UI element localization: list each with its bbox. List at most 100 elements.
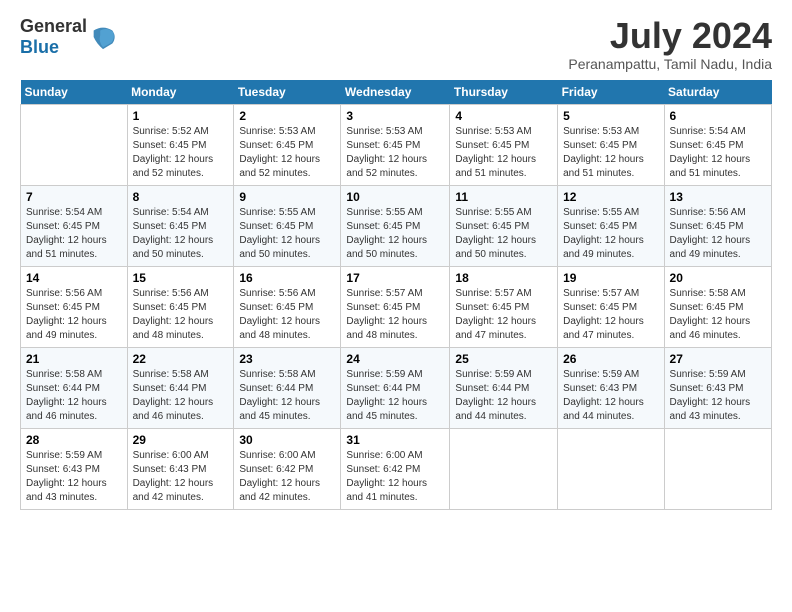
day-cell: 31 Sunrise: 6:00 AMSunset: 6:42 PMDaylig… bbox=[341, 428, 450, 509]
day-cell: 17 Sunrise: 5:57 AMSunset: 6:45 PMDaylig… bbox=[341, 266, 450, 347]
day-info: Sunrise: 5:55 AMSunset: 6:45 PMDaylight:… bbox=[239, 207, 320, 260]
day-number: 15 bbox=[133, 271, 229, 285]
day-info: Sunrise: 5:54 AMSunset: 6:45 PMDaylight:… bbox=[670, 126, 751, 179]
col-tuesday: Tuesday bbox=[234, 80, 341, 105]
day-number: 7 bbox=[26, 190, 122, 204]
day-number: 27 bbox=[670, 352, 766, 366]
day-number: 22 bbox=[133, 352, 229, 366]
day-cell: 22 Sunrise: 5:58 AMSunset: 6:44 PMDaylig… bbox=[127, 347, 234, 428]
title-block: July 2024 Peranampattu, Tamil Nadu, Indi… bbox=[568, 16, 772, 72]
day-number: 23 bbox=[239, 352, 335, 366]
header: General Blue July 2024 Peranampattu, Tam… bbox=[20, 16, 772, 72]
day-cell: 2 Sunrise: 5:53 AMSunset: 6:45 PMDayligh… bbox=[234, 104, 341, 185]
week-row-2: 14 Sunrise: 5:56 AMSunset: 6:45 PMDaylig… bbox=[21, 266, 772, 347]
day-number: 4 bbox=[455, 109, 552, 123]
calendar-table: Sunday Monday Tuesday Wednesday Thursday… bbox=[20, 80, 772, 510]
day-cell: 15 Sunrise: 5:56 AMSunset: 6:45 PMDaylig… bbox=[127, 266, 234, 347]
day-cell: 14 Sunrise: 5:56 AMSunset: 6:45 PMDaylig… bbox=[21, 266, 128, 347]
day-number: 8 bbox=[133, 190, 229, 204]
col-thursday: Thursday bbox=[450, 80, 558, 105]
day-info: Sunrise: 5:55 AMSunset: 6:45 PMDaylight:… bbox=[346, 207, 427, 260]
col-sunday: Sunday bbox=[21, 80, 128, 105]
day-info: Sunrise: 5:59 AMSunset: 6:43 PMDaylight:… bbox=[670, 369, 751, 422]
month-title: July 2024 bbox=[568, 16, 772, 56]
day-cell: 26 Sunrise: 5:59 AMSunset: 6:43 PMDaylig… bbox=[558, 347, 664, 428]
logo-blue: Blue bbox=[20, 37, 59, 57]
day-info: Sunrise: 5:53 AMSunset: 6:45 PMDaylight:… bbox=[239, 126, 320, 179]
day-cell: 16 Sunrise: 5:56 AMSunset: 6:45 PMDaylig… bbox=[234, 266, 341, 347]
col-wednesday: Wednesday bbox=[341, 80, 450, 105]
day-info: Sunrise: 5:54 AMSunset: 6:45 PMDaylight:… bbox=[26, 207, 107, 260]
day-cell: 1 Sunrise: 5:52 AMSunset: 6:45 PMDayligh… bbox=[127, 104, 234, 185]
day-number: 17 bbox=[346, 271, 444, 285]
day-number: 28 bbox=[26, 433, 122, 447]
day-info: Sunrise: 5:56 AMSunset: 6:45 PMDaylight:… bbox=[670, 207, 751, 260]
week-row-3: 21 Sunrise: 5:58 AMSunset: 6:44 PMDaylig… bbox=[21, 347, 772, 428]
day-info: Sunrise: 5:53 AMSunset: 6:45 PMDaylight:… bbox=[346, 126, 427, 179]
day-info: Sunrise: 5:53 AMSunset: 6:45 PMDaylight:… bbox=[563, 126, 644, 179]
day-info: Sunrise: 5:54 AMSunset: 6:45 PMDaylight:… bbox=[133, 207, 214, 260]
day-cell: 29 Sunrise: 6:00 AMSunset: 6:43 PMDaylig… bbox=[127, 428, 234, 509]
day-info: Sunrise: 5:53 AMSunset: 6:45 PMDaylight:… bbox=[455, 126, 536, 179]
day-info: Sunrise: 5:59 AMSunset: 6:43 PMDaylight:… bbox=[563, 369, 644, 422]
page: General Blue July 2024 Peranampattu, Tam… bbox=[0, 0, 792, 520]
day-info: Sunrise: 5:57 AMSunset: 6:45 PMDaylight:… bbox=[563, 288, 644, 341]
day-info: Sunrise: 5:57 AMSunset: 6:45 PMDaylight:… bbox=[346, 288, 427, 341]
day-info: Sunrise: 5:58 AMSunset: 6:44 PMDaylight:… bbox=[239, 369, 320, 422]
day-number: 10 bbox=[346, 190, 444, 204]
day-info: Sunrise: 5:59 AMSunset: 6:44 PMDaylight:… bbox=[455, 369, 536, 422]
day-cell bbox=[450, 428, 558, 509]
day-info: Sunrise: 5:55 AMSunset: 6:45 PMDaylight:… bbox=[563, 207, 644, 260]
day-cell: 10 Sunrise: 5:55 AMSunset: 6:45 PMDaylig… bbox=[341, 185, 450, 266]
header-row: Sunday Monday Tuesday Wednesday Thursday… bbox=[21, 80, 772, 105]
week-row-4: 28 Sunrise: 5:59 AMSunset: 6:43 PMDaylig… bbox=[21, 428, 772, 509]
day-number: 2 bbox=[239, 109, 335, 123]
day-info: Sunrise: 6:00 AMSunset: 6:42 PMDaylight:… bbox=[346, 450, 427, 503]
day-info: Sunrise: 5:58 AMSunset: 6:45 PMDaylight:… bbox=[670, 288, 751, 341]
day-number: 18 bbox=[455, 271, 552, 285]
day-cell: 23 Sunrise: 5:58 AMSunset: 6:44 PMDaylig… bbox=[234, 347, 341, 428]
logo: General Blue bbox=[20, 16, 117, 58]
day-cell: 7 Sunrise: 5:54 AMSunset: 6:45 PMDayligh… bbox=[21, 185, 128, 266]
day-cell: 13 Sunrise: 5:56 AMSunset: 6:45 PMDaylig… bbox=[664, 185, 771, 266]
day-cell bbox=[21, 104, 128, 185]
day-info: Sunrise: 5:52 AMSunset: 6:45 PMDaylight:… bbox=[133, 126, 214, 179]
day-number: 25 bbox=[455, 352, 552, 366]
day-cell: 24 Sunrise: 5:59 AMSunset: 6:44 PMDaylig… bbox=[341, 347, 450, 428]
day-number: 19 bbox=[563, 271, 658, 285]
day-cell: 9 Sunrise: 5:55 AMSunset: 6:45 PMDayligh… bbox=[234, 185, 341, 266]
day-cell: 12 Sunrise: 5:55 AMSunset: 6:45 PMDaylig… bbox=[558, 185, 664, 266]
day-number: 11 bbox=[455, 190, 552, 204]
day-number: 3 bbox=[346, 109, 444, 123]
day-number: 12 bbox=[563, 190, 658, 204]
day-cell: 8 Sunrise: 5:54 AMSunset: 6:45 PMDayligh… bbox=[127, 185, 234, 266]
day-number: 20 bbox=[670, 271, 766, 285]
day-info: Sunrise: 6:00 AMSunset: 6:42 PMDaylight:… bbox=[239, 450, 320, 503]
day-number: 30 bbox=[239, 433, 335, 447]
day-number: 24 bbox=[346, 352, 444, 366]
day-number: 26 bbox=[563, 352, 658, 366]
day-info: Sunrise: 5:55 AMSunset: 6:45 PMDaylight:… bbox=[455, 207, 536, 260]
week-row-1: 7 Sunrise: 5:54 AMSunset: 6:45 PMDayligh… bbox=[21, 185, 772, 266]
day-number: 16 bbox=[239, 271, 335, 285]
day-cell bbox=[664, 428, 771, 509]
day-cell bbox=[558, 428, 664, 509]
day-number: 31 bbox=[346, 433, 444, 447]
day-info: Sunrise: 5:58 AMSunset: 6:44 PMDaylight:… bbox=[26, 369, 107, 422]
day-cell: 5 Sunrise: 5:53 AMSunset: 6:45 PMDayligh… bbox=[558, 104, 664, 185]
day-info: Sunrise: 5:56 AMSunset: 6:45 PMDaylight:… bbox=[26, 288, 107, 341]
col-saturday: Saturday bbox=[664, 80, 771, 105]
col-friday: Friday bbox=[558, 80, 664, 105]
day-info: Sunrise: 5:56 AMSunset: 6:45 PMDaylight:… bbox=[133, 288, 214, 341]
day-number: 1 bbox=[133, 109, 229, 123]
day-cell: 19 Sunrise: 5:57 AMSunset: 6:45 PMDaylig… bbox=[558, 266, 664, 347]
day-number: 6 bbox=[670, 109, 766, 123]
logo-icon bbox=[89, 23, 117, 51]
day-info: Sunrise: 5:58 AMSunset: 6:44 PMDaylight:… bbox=[133, 369, 214, 422]
day-cell: 20 Sunrise: 5:58 AMSunset: 6:45 PMDaylig… bbox=[664, 266, 771, 347]
day-info: Sunrise: 5:59 AMSunset: 6:44 PMDaylight:… bbox=[346, 369, 427, 422]
day-number: 21 bbox=[26, 352, 122, 366]
day-info: Sunrise: 5:57 AMSunset: 6:45 PMDaylight:… bbox=[455, 288, 536, 341]
day-number: 29 bbox=[133, 433, 229, 447]
day-info: Sunrise: 5:59 AMSunset: 6:43 PMDaylight:… bbox=[26, 450, 107, 503]
